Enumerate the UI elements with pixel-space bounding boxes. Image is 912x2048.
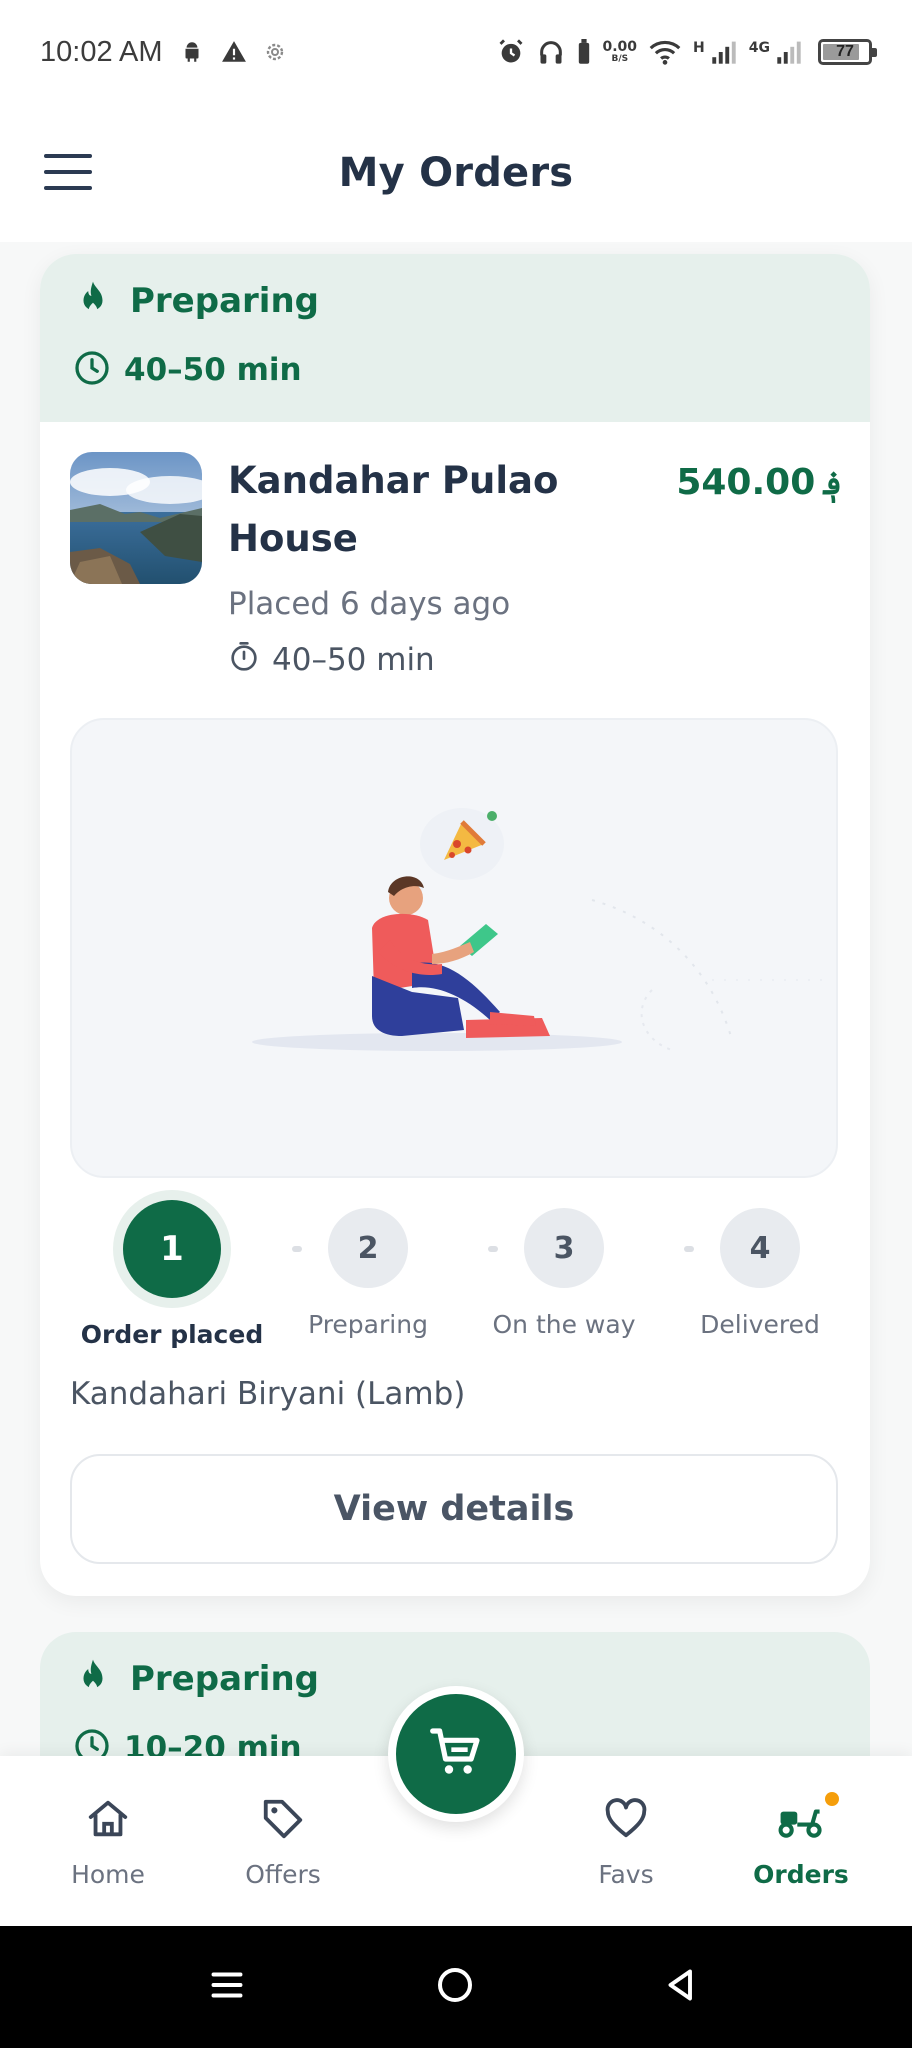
back-triangle-icon	[663, 1967, 699, 2007]
step-number: 4	[720, 1208, 800, 1288]
home-icon	[85, 1796, 131, 1846]
step-label: On the way	[492, 1310, 636, 1339]
step-number: 2	[328, 1208, 408, 1288]
stopwatch-icon	[228, 640, 260, 680]
net-speed: 0.00 B/S	[603, 40, 638, 64]
signal-2-label: 4G	[748, 40, 770, 56]
signal-1-label: H	[693, 40, 705, 56]
recents-icon	[209, 1967, 245, 2007]
status-time: 10:02 AM	[40, 35, 163, 68]
app-bar: My Orders	[0, 104, 912, 242]
fire-icon	[74, 280, 112, 322]
order-placed-time: Placed 6 days ago	[228, 586, 511, 622]
menu-icon-line	[44, 154, 92, 158]
order-progress-steps: 1 Order placed 2 Preparing 3 On the way …	[70, 1200, 840, 1368]
wifi-icon	[649, 39, 681, 65]
recent-apps-button[interactable]	[202, 1962, 252, 2012]
signal-1-icon	[711, 39, 737, 65]
nav-offers[interactable]: Offers	[213, 1796, 353, 1889]
alarm-icon	[497, 38, 525, 66]
order-status-text: Preparing	[130, 1659, 319, 1699]
step-label: Preparing	[308, 1310, 428, 1339]
cart-button[interactable]	[388, 1686, 524, 1822]
cart-icon	[428, 1724, 484, 1784]
tag-icon	[260, 1796, 306, 1846]
progress-step-on-the-way: 3 On the way	[464, 1208, 664, 1339]
nav-favs-label: Favs	[598, 1860, 654, 1889]
order-eta-text: 40–50 min	[272, 642, 435, 678]
nav-favs[interactable]: Favs	[556, 1796, 696, 1889]
nav-offers-label: Offers	[245, 1860, 321, 1889]
battery-level: 77	[836, 43, 854, 60]
progress-step-preparing: 2 Preparing	[268, 1208, 468, 1339]
circle-home-icon	[435, 1965, 475, 2009]
screen: 10:02 AM 0.00 B/S H 4G 77 My Orders Prep…	[0, 0, 912, 2048]
progress-step-delivered: 4 Delivered	[660, 1208, 860, 1339]
order-status-header: Preparing 40–50 min	[40, 254, 870, 422]
currency-symbol: ؋	[823, 463, 842, 502]
net-speed-unit: B/S	[611, 54, 629, 64]
progress-step-order-placed: 1 Order placed	[72, 1200, 272, 1349]
order-price: 540.00 ؋	[676, 462, 842, 503]
order-eta: 40–50 min	[228, 640, 840, 680]
orders-notification-dot	[825, 1792, 839, 1806]
step-label: Order placed	[80, 1320, 264, 1349]
menu-icon-line	[44, 170, 92, 174]
restaurant-name: Kandahar Pulao House	[228, 459, 559, 560]
step-number: 3	[524, 1208, 604, 1288]
status-bar: 10:02 AM 0.00 B/S H 4G 77	[0, 0, 912, 104]
headphones-icon	[537, 38, 565, 66]
system-navigation-bar	[0, 1926, 912, 2048]
home-system-button[interactable]	[430, 1962, 480, 2012]
order-card: Preparing 40–50 min Kandahar Pulao House…	[40, 254, 870, 1596]
step-label: Delivered	[700, 1310, 820, 1339]
order-status-text: Preparing	[130, 281, 319, 321]
heart-icon	[603, 1796, 649, 1846]
order-time-range: 40–50 min	[124, 352, 302, 388]
page-title: My Orders	[338, 150, 574, 196]
clock-icon	[74, 350, 110, 390]
back-button[interactable]	[656, 1962, 706, 2012]
order-card-body: Kandahar Pulao House Placed 6 days ago 4…	[40, 422, 870, 1564]
menu-button[interactable]	[44, 154, 92, 190]
restaurant-thumbnail	[70, 452, 202, 584]
nav-home-label: Home	[71, 1860, 145, 1889]
nav-orders-label: Orders	[753, 1860, 849, 1889]
view-details-button[interactable]: View details	[70, 1454, 838, 1564]
net-speed-value: 0.00	[602, 39, 638, 55]
order-price-value: 540.00	[676, 462, 816, 503]
nav-orders[interactable]: Orders	[731, 1792, 871, 1889]
warning-icon	[221, 39, 247, 65]
order-items-summary: Kandahari Biryani (Lamb)	[70, 1376, 466, 1412]
nav-home[interactable]: Home	[38, 1796, 178, 1889]
battery-saver-icon	[577, 39, 591, 65]
settings-gear-icon	[263, 40, 287, 64]
battery-indicator: 77	[818, 39, 877, 65]
step-number: 1	[123, 1200, 221, 1298]
fire-icon	[74, 1658, 112, 1700]
android-icon	[179, 39, 205, 65]
menu-icon-line	[44, 186, 92, 190]
order-status-illustration	[70, 718, 838, 1178]
scooter-icon	[775, 1796, 827, 1846]
signal-2-icon	[776, 39, 802, 65]
